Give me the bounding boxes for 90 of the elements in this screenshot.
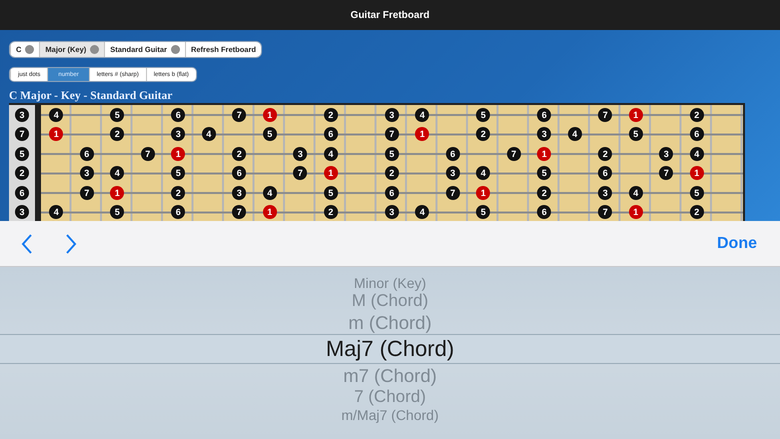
note-marker: 4 <box>202 127 216 142</box>
note-marker: 6 <box>537 205 552 220</box>
note-marker: 1 <box>537 146 552 161</box>
note-marker: 3 <box>15 205 29 220</box>
picker-item[interactable]: Maj7 (Chord) <box>326 336 454 362</box>
note-marker: 6 <box>446 146 460 161</box>
note-marker: 7 <box>293 166 308 180</box>
note-marker: 3 <box>293 146 308 161</box>
note-marker: 6 <box>324 127 338 142</box>
note-marker: 7 <box>598 205 612 220</box>
note-marker: 2 <box>476 127 490 142</box>
note-marker: 7 <box>659 166 674 180</box>
note-marker: 4 <box>476 166 490 180</box>
note-marker: 4 <box>415 205 430 220</box>
note-marker: 7 <box>506 146 521 161</box>
note-marker: 4 <box>49 205 64 220</box>
note-marker: 7 <box>598 108 612 122</box>
note-marker: 7 <box>15 127 29 142</box>
note-marker: 1 <box>110 186 124 200</box>
note-marker: 2 <box>537 186 552 200</box>
note-marker: 2 <box>598 146 612 161</box>
note-marker: 5 <box>628 127 643 142</box>
note-marker: 5 <box>324 186 338 200</box>
note-marker: 1 <box>415 127 430 142</box>
note-marker: 2 <box>15 166 29 180</box>
note-marker: 6 <box>690 127 704 142</box>
note-marker: 5 <box>15 146 29 161</box>
note-marker: 1 <box>49 127 64 142</box>
note-marker: 1 <box>262 108 277 122</box>
note-marker: 2 <box>171 186 186 200</box>
note-marker: 6 <box>15 186 29 200</box>
note-marker: 2 <box>690 108 704 122</box>
note-marker: 1 <box>476 186 490 200</box>
note-marker: 5 <box>110 108 124 122</box>
note-marker: 1 <box>628 205 643 220</box>
note-marker: 3 <box>384 205 399 220</box>
note-marker: 3 <box>598 186 612 200</box>
note-marker: 3 <box>384 108 399 122</box>
note-marker: 2 <box>690 205 704 220</box>
note-marker: 4 <box>628 186 643 200</box>
note-marker: 1 <box>628 108 643 122</box>
note-marker: 6 <box>171 205 186 220</box>
note-marker: 4 <box>415 108 430 122</box>
note-marker: 1 <box>690 166 704 180</box>
note-marker: 3 <box>232 186 246 200</box>
note-marker: 2 <box>110 127 124 142</box>
note-marker: 4 <box>690 146 704 161</box>
note-marker: 5 <box>384 146 399 161</box>
note-marker: 3 <box>171 127 186 142</box>
note-marker: 3 <box>537 127 552 142</box>
next-icon[interactable] <box>64 234 78 254</box>
note-marker: 6 <box>537 108 552 122</box>
note-marker: 5 <box>690 186 704 200</box>
note-marker: 4 <box>262 186 277 200</box>
note-marker: 5 <box>110 205 124 220</box>
note-marker: 3 <box>446 166 460 180</box>
window-title: Guitar Fretboard <box>350 10 430 20</box>
note-marker: 3 <box>80 166 94 180</box>
note-marker: 6 <box>171 108 186 122</box>
note-marker: 4 <box>568 127 582 142</box>
note-marker: 1 <box>262 205 277 220</box>
note-marker: 6 <box>598 166 612 180</box>
fretboard-heading: C Major - Key - Standard Guitar <box>9 90 172 102</box>
note-marker: 6 <box>232 166 246 180</box>
note-marker: 5 <box>476 108 490 122</box>
note-marker: 2 <box>324 108 338 122</box>
note-marker: 4 <box>110 166 124 180</box>
note-marker: 7 <box>140 146 155 161</box>
note-marker: 3 <box>659 146 674 161</box>
note-marker: 3 <box>15 108 29 122</box>
note-marker: 1 <box>171 146 186 161</box>
done-button[interactable]: Done <box>717 234 757 252</box>
note-marker: 2 <box>232 146 246 161</box>
note-marker: 2 <box>324 205 338 220</box>
note-marker: 6 <box>384 186 399 200</box>
previous-icon[interactable] <box>20 234 34 254</box>
note-marker: 1 <box>324 166 338 180</box>
note-marker: 7 <box>232 205 246 220</box>
note-marker: 2 <box>384 166 399 180</box>
note-marker: 6 <box>80 146 94 161</box>
note-marker: 4 <box>324 146 338 161</box>
note-marker: 7 <box>232 108 246 122</box>
note-marker: 7 <box>384 127 399 142</box>
note-marker: 7 <box>446 186 460 200</box>
note-marker: 5 <box>171 166 186 180</box>
note-marker: 7 <box>80 186 94 200</box>
note-marker: 5 <box>262 127 277 142</box>
note-marker: 5 <box>476 205 490 220</box>
note-marker: 5 <box>537 166 552 180</box>
note-marker: 4 <box>49 108 64 122</box>
